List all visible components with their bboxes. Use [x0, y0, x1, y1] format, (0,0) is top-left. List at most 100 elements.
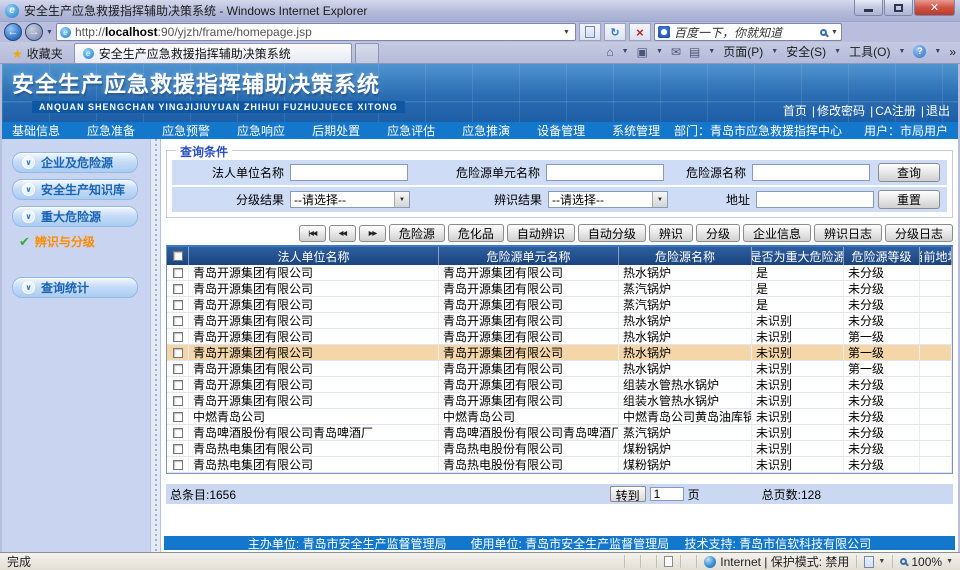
toolbar-button-7[interactable]: 辨识日志: [814, 224, 882, 242]
stop-button[interactable]: ×: [629, 23, 651, 41]
sidebar-button-0[interactable]: ∨企业及危险源: [12, 152, 138, 173]
toolbar-button-6[interactable]: 企业信息: [743, 224, 811, 242]
field-input-0-0[interactable]: [290, 164, 408, 181]
table-row[interactable]: 青岛热电集团有限公司青岛热电股份有限公司煤粉锅炉未识别未分级: [167, 457, 952, 473]
row-checkbox[interactable]: [167, 361, 189, 376]
mail-icon[interactable]: ✉: [671, 45, 681, 59]
print-icon[interactable]: ▤: [689, 45, 700, 59]
sidebar-button-1[interactable]: ∨安全生产知识库: [12, 179, 138, 200]
menu-page-dropdown-icon[interactable]: ▼: [771, 48, 778, 55]
row-checkbox[interactable]: [167, 393, 189, 408]
forward-button[interactable]: →: [25, 23, 43, 41]
pager-next-button[interactable]: ▶▶: [359, 225, 386, 242]
table-row[interactable]: 青岛开源集团有限公司青岛开源集团有限公司热水锅炉未识别第一级: [167, 345, 952, 361]
table-row[interactable]: 青岛开源集团有限公司青岛开源集团有限公司热水锅炉是未分级: [167, 265, 952, 281]
header-link-0[interactable]: 首页: [783, 104, 807, 118]
row-checkbox[interactable]: [167, 297, 189, 312]
goto-page-button[interactable]: 转到: [610, 486, 646, 502]
splitter-handle[interactable]: [150, 139, 161, 552]
nav-item-3[interactable]: 应急响应: [237, 122, 285, 139]
sidebar-button-2[interactable]: ∨重大危险源: [12, 206, 138, 227]
menu-safety[interactable]: 安全(S): [786, 43, 826, 60]
maximize-button[interactable]: [884, 0, 913, 16]
print-dropdown-icon[interactable]: ▼: [708, 48, 715, 55]
close-button[interactable]: ✕: [914, 0, 955, 16]
row-checkbox[interactable]: [167, 329, 189, 344]
reset-button[interactable]: 重置: [878, 190, 940, 209]
search-dropdown-icon[interactable]: ▼: [831, 29, 838, 36]
feeds-icon[interactable]: ▣: [637, 45, 648, 59]
address-dropdown-icon[interactable]: ▼: [561, 29, 572, 36]
toolbar-button-1[interactable]: 危化品: [448, 224, 504, 242]
row-checkbox[interactable]: [167, 409, 189, 424]
table-row[interactable]: 青岛啤酒股份有限公司青岛啤酒厂青岛啤酒股份有限公司青岛啤酒厂蒸汽锅炉未识别未分级: [167, 425, 952, 441]
search-icon[interactable]: [820, 29, 827, 36]
field-select-1-1[interactable]: --请选择--▼: [548, 191, 668, 208]
header-link-2[interactable]: CA注册: [875, 104, 916, 118]
home-dropdown-icon[interactable]: ▼: [622, 48, 629, 55]
tab-active[interactable]: e 安全生产应急救援指挥辅助决策系统: [74, 43, 352, 63]
nav-item-8[interactable]: 系统管理: [612, 122, 660, 139]
pager-prev-button[interactable]: ◀◀: [329, 225, 356, 242]
table-row[interactable]: 青岛开源集团有限公司青岛开源集团有限公司组装水管热水锅炉未识别未分级: [167, 393, 952, 409]
field-input-0-1[interactable]: [546, 164, 664, 181]
status-zoom-pane[interactable]: 100% ▼: [892, 555, 960, 569]
table-row[interactable]: 青岛开源集团有限公司青岛开源集团有限公司热水锅炉未识别未分级: [167, 313, 952, 329]
query-button[interactable]: 查询: [878, 163, 940, 182]
menu-tools-dropdown-icon[interactable]: ▼: [898, 48, 905, 55]
field-input-1-2[interactable]: [756, 191, 874, 208]
compatibility-view-button[interactable]: [579, 23, 601, 41]
table-row[interactable]: 青岛开源集团有限公司青岛开源集团有限公司蒸汽锅炉是未分级: [167, 297, 952, 313]
row-checkbox[interactable]: [167, 457, 189, 472]
select-all-checkbox[interactable]: [167, 247, 189, 265]
row-checkbox[interactable]: [167, 425, 189, 440]
menu-tools[interactable]: 工具(O): [849, 43, 890, 60]
table-row[interactable]: 青岛开源集团有限公司青岛开源集团有限公司热水锅炉未识别第一级: [167, 361, 952, 377]
nav-item-0[interactable]: 基础信息: [12, 122, 60, 139]
favorites-button[interactable]: ★ 收藏夹: [4, 44, 71, 63]
feeds-dropdown-icon[interactable]: ▼: [656, 48, 663, 55]
table-row[interactable]: 中燃青岛公司中燃青岛公司中燃青岛公司黄岛油库锅炉未识别未分级: [167, 409, 952, 425]
minimize-button[interactable]: [854, 0, 883, 16]
new-tab-button[interactable]: [355, 43, 379, 63]
field-input-0-2[interactable]: [752, 164, 870, 181]
toolbar-button-5[interactable]: 分级: [696, 224, 740, 242]
header-link-3[interactable]: 退出: [926, 104, 950, 118]
row-checkbox[interactable]: [167, 377, 189, 392]
nav-item-2[interactable]: 应急预警: [162, 122, 210, 139]
page-number-input[interactable]: [650, 487, 684, 501]
zoom-dropdown-icon[interactable]: ▼: [946, 558, 953, 565]
row-checkbox[interactable]: [167, 313, 189, 328]
history-dropdown-icon[interactable]: ▼: [46, 29, 53, 36]
table-row[interactable]: 青岛热电集团有限公司青岛热电股份有限公司煤粉锅炉未识别未分级: [167, 441, 952, 457]
toolbar-button-0[interactable]: 危险源: [389, 224, 445, 242]
help-dropdown-icon[interactable]: ▼: [934, 48, 941, 55]
row-checkbox[interactable]: [167, 265, 189, 280]
sidebar-item-active[interactable]: ✔辨识与分级: [19, 233, 150, 250]
table-row[interactable]: 青岛开源集团有限公司青岛开源集团有限公司蒸汽锅炉是未分级: [167, 281, 952, 297]
sidebar-bottom-button-0[interactable]: ∨查询统计: [12, 277, 138, 298]
nav-item-5[interactable]: 应急评估: [387, 122, 435, 139]
row-checkbox[interactable]: [167, 441, 189, 456]
back-button[interactable]: ←: [4, 23, 22, 41]
nav-item-1[interactable]: 应急准备: [87, 122, 135, 139]
table-row[interactable]: 青岛开源集团有限公司青岛开源集团有限公司热水锅炉未识别第一级: [167, 329, 952, 345]
toolbar-button-8[interactable]: 分级日志: [885, 224, 953, 242]
menu-page[interactable]: 页面(P): [723, 43, 763, 60]
row-checkbox[interactable]: [167, 345, 189, 360]
more-commands[interactable]: »: [949, 45, 956, 59]
header-link-1[interactable]: 修改密码: [817, 104, 865, 118]
table-row[interactable]: 青岛开源集团有限公司青岛开源集团有限公司组装水管热水锅炉未识别未分级: [167, 377, 952, 393]
home-icon[interactable]: ⌂: [606, 45, 613, 59]
field-select-1-0[interactable]: --请选择--▼: [290, 191, 410, 208]
help-icon[interactable]: ?: [913, 45, 926, 58]
nav-item-6[interactable]: 应急推演: [462, 122, 510, 139]
nav-item-7[interactable]: 设备管理: [537, 122, 585, 139]
nav-item-4[interactable]: 后期处置: [312, 122, 360, 139]
toolbar-button-4[interactable]: 辨识: [649, 224, 693, 242]
pager-first-button[interactable]: |◀◀: [299, 225, 326, 242]
search-input[interactable]: 百度一下，你就知道 ▼: [654, 23, 842, 41]
toolbar-button-3[interactable]: 自动分级: [578, 224, 646, 242]
menu-safety-dropdown-icon[interactable]: ▼: [834, 48, 841, 55]
row-checkbox[interactable]: [167, 281, 189, 296]
